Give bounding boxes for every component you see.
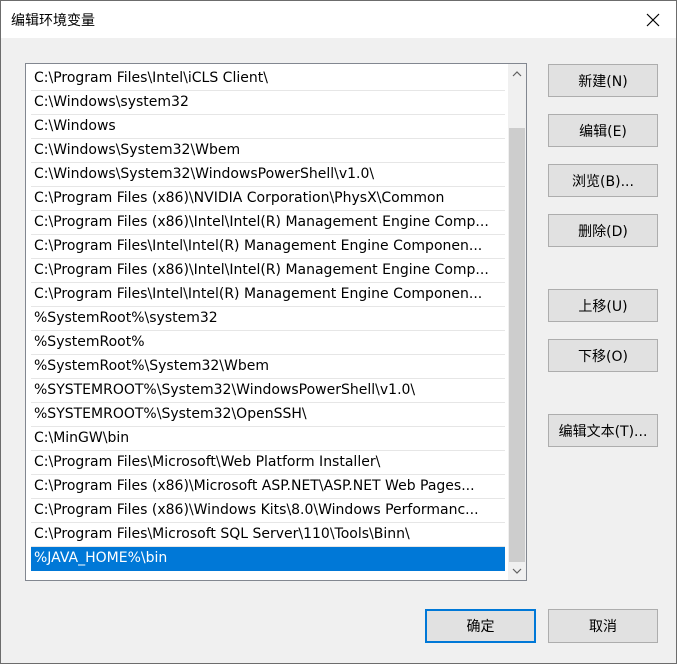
list-item[interactable]: C:\Windows\System32\WindowsPowerShell\v1… — [31, 163, 505, 187]
list-item[interactable]: C:\Program Files\Intel\iCLS Client\ — [31, 67, 505, 91]
window-title: 编辑环境变量 — [11, 13, 95, 29]
scroll-thumb[interactable] — [509, 128, 525, 562]
vertical-scrollbar[interactable] — [508, 64, 526, 580]
list-item[interactable]: C:\Program Files\Intel\Intel(R) Manageme… — [31, 235, 505, 259]
title-bar: 编辑环境变量 — [1, 1, 676, 38]
list-item[interactable]: %SYSTEMROOT%\System32\OpenSSH\ — [31, 403, 505, 427]
edit-text-button[interactable]: 编辑文本(T)... — [548, 414, 658, 447]
list-item[interactable]: C:\Program Files (x86)\Intel\Intel(R) Ma… — [31, 211, 505, 235]
chevron-down-icon — [512, 568, 522, 574]
close-button[interactable] — [630, 1, 676, 38]
move-down-button[interactable]: 下移(O) — [548, 339, 658, 372]
list-item[interactable]: %SystemRoot%\System32\Wbem — [31, 355, 505, 379]
close-icon — [646, 13, 660, 26]
list-item[interactable]: C:\Program Files (x86)\Microsoft ASP.NET… — [31, 475, 505, 499]
list-item[interactable]: %SystemRoot%\system32 — [31, 307, 505, 331]
list-item[interactable]: C:\Windows — [31, 115, 505, 139]
new-button[interactable]: 新建(N) — [548, 64, 658, 97]
list-item[interactable]: C:\Program Files\Microsoft SQL Server\11… — [31, 523, 505, 547]
delete-button[interactable]: 删除(D) — [548, 214, 658, 247]
edit-env-variable-dialog: 编辑环境变量 C:\Program Files\Intel\iCLS Clien… — [0, 0, 677, 664]
list-item[interactable]: %SYSTEMROOT%\System32\WindowsPowerShell\… — [31, 379, 505, 403]
list-item[interactable]: C:\Program Files (x86)\NVIDIA Corporatio… — [31, 187, 505, 211]
list-item[interactable]: C:\Windows\System32\Wbem — [31, 139, 505, 163]
list-item[interactable]: C:\Program Files (x86)\Windows Kits\8.0\… — [31, 499, 505, 523]
cancel-button[interactable]: 取消 — [548, 609, 658, 643]
list-item[interactable]: C:\Program Files\Microsoft\Web Platform … — [31, 451, 505, 475]
scroll-up-button[interactable] — [508, 65, 526, 83]
scroll-down-button[interactable] — [508, 562, 526, 580]
browse-button[interactable]: 浏览(B)... — [548, 164, 658, 197]
chevron-up-icon — [512, 71, 522, 77]
list-item-selected[interactable]: %JAVA_HOME%\bin — [31, 547, 505, 571]
ok-button[interactable]: 确定 — [425, 609, 536, 643]
path-list[interactable]: C:\Program Files\Intel\iCLS Client\ C:\Wi… — [25, 63, 527, 581]
list-item[interactable]: %SystemRoot% — [31, 331, 505, 355]
list-item[interactable]: C:\Program Files (x86)\Intel\Intel(R) Ma… — [31, 259, 505, 283]
list-item[interactable]: C:\Program Files\Intel\Intel(R) Manageme… — [31, 283, 505, 307]
list-item[interactable]: C:\MinGW\bin — [31, 427, 505, 451]
move-up-button[interactable]: 上移(U) — [548, 289, 658, 322]
list-item[interactable]: C:\Windows\system32 — [31, 91, 505, 115]
edit-button[interactable]: 编辑(E) — [548, 114, 658, 147]
